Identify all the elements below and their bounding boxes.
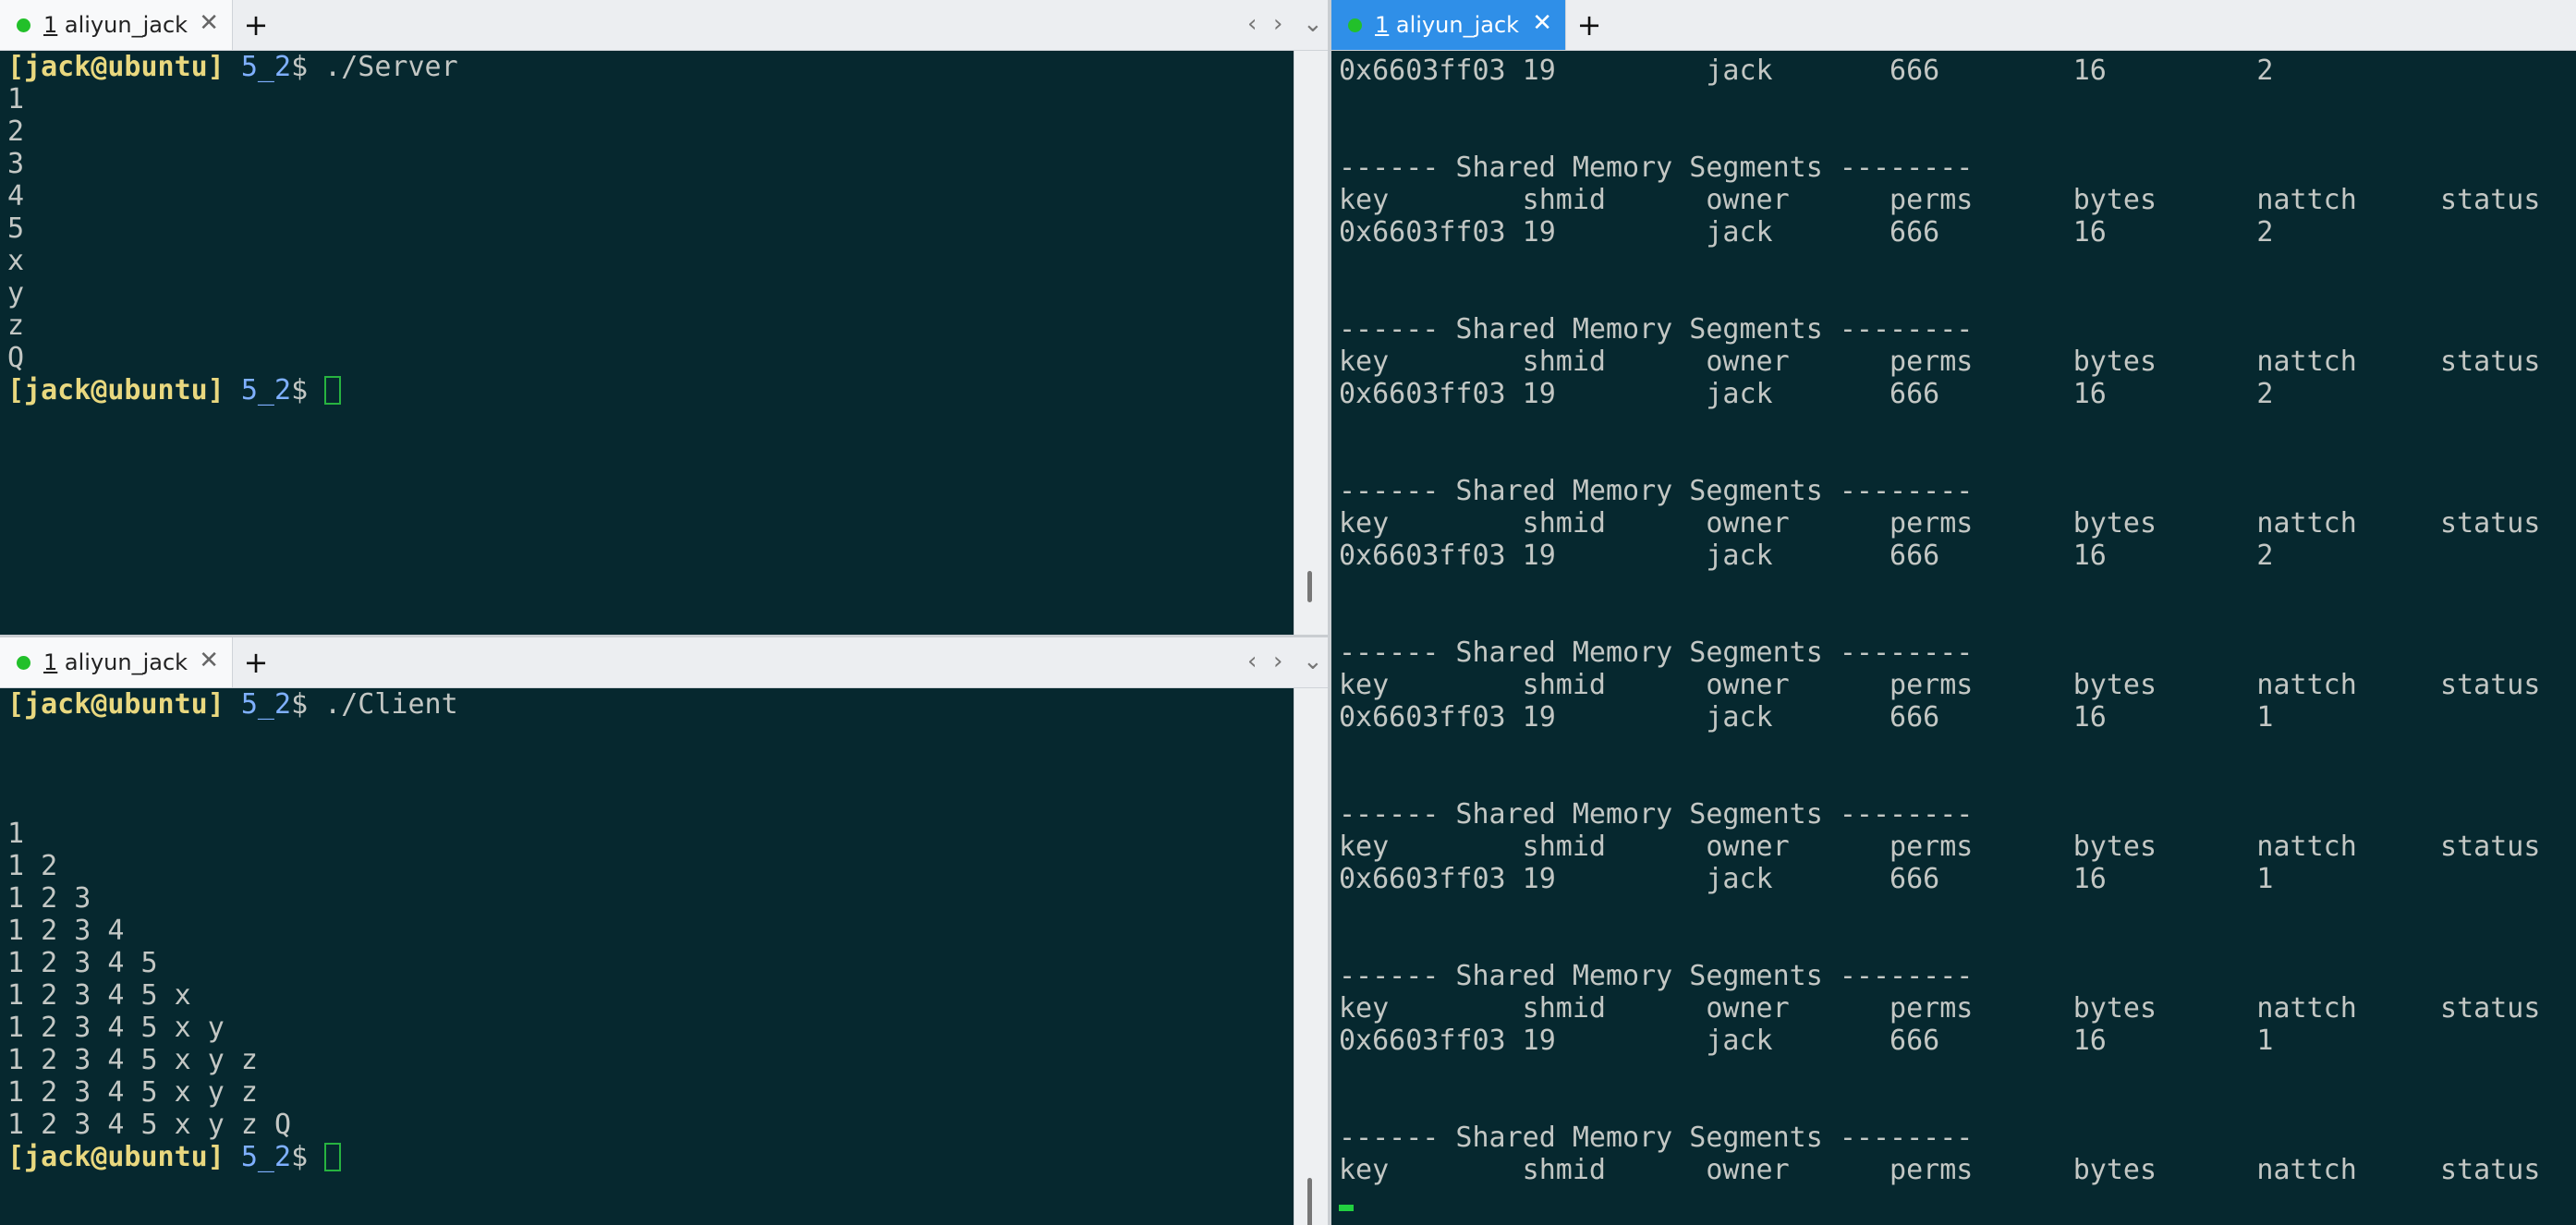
output-line: 5 <box>7 212 25 245</box>
prompt-line: [jack@ubuntu] 5_2$ <box>7 374 1287 406</box>
tab-bar: 1 aliyun_jack ✕ + ‹ › ⌄ <box>0 637 1328 688</box>
prompt-line: [jack@ubuntu] 5_2$ ./Client <box>7 688 458 721</box>
cursor-line <box>1339 1186 2569 1219</box>
output-line: 1 2 3 4 5 x y z <box>7 1044 258 1076</box>
output-line: ------ Shared Memory Segments -------- <box>1339 798 1974 831</box>
output-line: 1 <box>7 818 25 850</box>
output-line: 3 <box>7 148 25 180</box>
scroll-tabs-left-icon[interactable]: ‹ <box>1247 637 1257 687</box>
output-line: 0x6603ff03 19 jack 666 16 2 <box>1339 378 2274 410</box>
connection-status-icon <box>17 655 30 670</box>
scrollbar-thumb[interactable] <box>1307 1178 1312 1225</box>
output-line: 0x6603ff03 19 jack 666 16 2 <box>1339 540 2274 572</box>
scroll-tabs-right-icon[interactable]: › <box>1273 637 1282 687</box>
tab-bar: 1 aliyun_jack ✕ + ‹ › ⌄ <box>0 0 1328 51</box>
output-line: 0x6603ff03 19 jack 666 16 2 <box>1339 55 2274 87</box>
output-line: 0x6603ff03 19 jack 666 16 1 <box>1339 701 2274 734</box>
tab-label: 1 aliyun_jack <box>43 649 188 675</box>
output-line: key shmid owner perms bytes nattch statu… <box>1339 669 2541 701</box>
output-line: ------ Shared Memory Segments -------- <box>1339 475 1974 507</box>
terminal-output[interactable]: [jack@ubuntu] 5_2$ ./Client 11 21 2 31 2… <box>0 688 1294 1225</box>
output-line: ------ Shared Memory Segments -------- <box>1339 313 1974 346</box>
output-line: y <box>7 277 25 309</box>
scroll-tabs-left-icon[interactable]: ‹ <box>1247 0 1257 50</box>
output-line: 1 2 3 4 5 x <box>7 979 191 1012</box>
close-tab-icon[interactable]: ✕ <box>199 647 219 674</box>
output-line: ------ Shared Memory Segments -------- <box>1339 637 1974 669</box>
output-line: 1 2 <box>7 850 58 882</box>
output-line: 1 2 3 4 5 x y z Q <box>7 1109 292 1141</box>
add-tab-button[interactable]: + <box>233 0 279 50</box>
output-line: 1 <box>7 83 25 115</box>
output-line: 1 2 3 4 5 x y z <box>7 1076 258 1109</box>
tab-bar: 1 aliyun_jack ✕ + <box>1331 0 2576 51</box>
tab-aliyun-jack[interactable]: 1 aliyun_jack ✕ <box>0 0 233 50</box>
left-bottom-pane: 1 aliyun_jack ✕ + ‹ › ⌄ [jack@ubuntu] 5_… <box>0 637 1328 1225</box>
output-line: key shmid owner perms bytes nattch statu… <box>1339 184 2541 216</box>
connection-status-icon <box>1348 18 1362 32</box>
output-line: key shmid owner perms bytes nattch statu… <box>1339 346 2541 378</box>
right-pane: 1 aliyun_jack ✕ + 0x6603ff03 19 jack 666… <box>1331 0 2576 1225</box>
scrollbar[interactable] <box>1294 688 1328 1225</box>
output-line: x <box>7 245 25 277</box>
prompt-line: [jack@ubuntu] 5_2$ <box>7 1141 1287 1173</box>
output-line: z <box>7 309 25 342</box>
prompt-line: [jack@ubuntu] 5_2$ ./Server <box>7 51 458 83</box>
close-tab-icon[interactable]: ✕ <box>1532 9 1552 37</box>
output-line: key shmid owner perms bytes nattch statu… <box>1339 831 2541 863</box>
left-top-pane: 1 aliyun_jack ✕ + ‹ › ⌄ [jack@ubuntu] 5_… <box>0 0 1328 635</box>
terminal-output[interactable]: 0x6603ff03 19 jack 666 16 2 ------ Shared… <box>1331 51 2576 1225</box>
output-line: 4 <box>7 180 25 212</box>
close-tab-icon[interactable]: ✕ <box>199 9 219 37</box>
add-tab-button[interactable]: + <box>233 637 279 687</box>
connection-status-icon <box>17 18 30 32</box>
terminal-cursor <box>324 1143 342 1171</box>
output-line: ------ Shared Memory Segments -------- <box>1339 1122 1974 1154</box>
output-line: 1 2 3 4 5 x y <box>7 1012 225 1044</box>
scroll-tabs-right-icon[interactable]: › <box>1273 0 1282 50</box>
add-tab-button[interactable]: + <box>1566 0 1612 50</box>
output-line: key shmid owner perms bytes nattch statu… <box>1339 507 2541 540</box>
output-line: 0x6603ff03 19 jack 666 16 2 <box>1339 216 2274 249</box>
terminal-cursor <box>1339 1205 1354 1211</box>
output-line: 2 <box>7 115 25 148</box>
output-line: key shmid owner perms bytes nattch statu… <box>1339 992 2541 1025</box>
output-line: key shmid owner perms bytes nattch statu… <box>1339 1154 2541 1186</box>
output-line: 1 2 3 4 <box>7 915 125 947</box>
tab-aliyun-jack[interactable]: 1 aliyun_jack ✕ <box>0 637 233 687</box>
tab-menu-icon[interactable]: ⌄ <box>1303 637 1323 687</box>
tab-aliyun-jack[interactable]: 1 aliyun_jack ✕ <box>1331 0 1566 50</box>
tab-menu-icon[interactable]: ⌄ <box>1303 0 1323 50</box>
tab-label: 1 aliyun_jack <box>43 12 188 38</box>
output-line: 0x6603ff03 19 jack 666 16 1 <box>1339 863 2274 895</box>
terminal-cursor <box>324 376 342 405</box>
terminal-output[interactable]: [jack@ubuntu] 5_2$ ./Server 12345xyzQ [j… <box>0 51 1294 635</box>
output-line: 1 2 3 <box>7 882 91 915</box>
tab-label: 1 aliyun_jack <box>1375 12 1520 38</box>
output-line: 1 2 3 4 5 <box>7 947 158 979</box>
output-line: Q <box>7 342 25 374</box>
scrollbar[interactable] <box>1294 51 1328 635</box>
output-line: 0x6603ff03 19 jack 666 16 1 <box>1339 1025 2274 1057</box>
output-line: ------ Shared Memory Segments -------- <box>1339 152 1974 184</box>
scrollbar-thumb[interactable] <box>1307 571 1312 602</box>
output-line: ------ Shared Memory Segments -------- <box>1339 960 1974 992</box>
